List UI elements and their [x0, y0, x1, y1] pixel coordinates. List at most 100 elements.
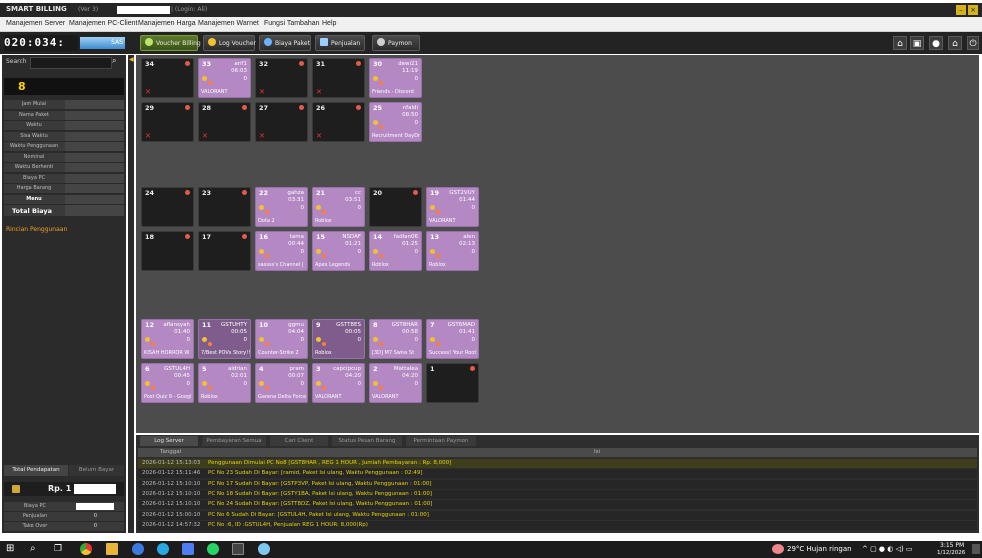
log-voucher-button[interactable]: Log Voucher	[203, 35, 256, 51]
pc-tile[interactable]: 25 nfaldi 08:50 0 Recruitment DayDr	[369, 102, 422, 142]
tab-log-server[interactable]: Log Server	[140, 436, 198, 446]
pc-tile[interactable]: 5 aldrian 02:01 0 Roblox	[198, 363, 251, 403]
pc-tile[interactable]: 27 ✕	[255, 102, 308, 142]
biaya-paket-button[interactable]: Biaya Paket	[259, 35, 311, 51]
weather-text[interactable]: 29°C Hujan ringan	[787, 545, 852, 553]
search-icon[interactable]: ⌕	[30, 543, 42, 555]
log-row[interactable]: 2026-01-12 15:10:10 PC No 24 Sudah Di Bay…	[138, 500, 977, 510]
pc-tile[interactable]: 15 NSDAF 01:21 0 Apex Legends	[312, 231, 365, 271]
pc-tile[interactable]: 9 GSTT8ES 00:05 0 Roblox	[312, 319, 365, 359]
log-row[interactable]: 2026-01-12 14:57:32 PC No :6, ID :GSTUL4H…	[138, 520, 977, 530]
pc-tile[interactable]: 24	[141, 187, 194, 227]
telegram-icon[interactable]	[157, 543, 169, 555]
close-icon[interactable]: ✕	[145, 88, 151, 96]
system-tray-icons[interactable]: ^ ▢ ● ◐ ◁) ▭	[862, 545, 913, 553]
pc-tile[interactable]: 19 GST2VUY 01:44 0 VALORANT	[426, 187, 479, 227]
pc-tile[interactable]: 11 GSTUHTY 00:05 0 7/Best POVs Story!!	[198, 319, 251, 359]
pc-tile[interactable]: 1	[426, 363, 479, 403]
pc-tile[interactable]: 3 capcipcup 04:20 0 VALORANT	[312, 363, 365, 403]
app-icon[interactable]	[258, 543, 270, 555]
search-input[interactable]	[30, 57, 112, 69]
tab-status-pesan-barang[interactable]: Status Pesan Barang	[332, 436, 402, 446]
chrome-icon[interactable]	[80, 543, 92, 555]
windows-start-icon[interactable]: ⊞	[6, 543, 18, 555]
tab-belum-bayar[interactable]: Belum Bayar	[69, 465, 124, 476]
pc-tile[interactable]: 17	[198, 231, 251, 271]
pc-tile[interactable]: 2 Mattalea 04:20 0 VALORANT	[369, 363, 422, 403]
pc-tile[interactable]: 34 ✕	[141, 58, 194, 98]
pc-tile[interactable]: 28 ✕	[198, 102, 251, 142]
search-icon[interactable]: ⌕	[112, 56, 116, 66]
menu-bar: Manajemen Server Manajemen PC-Client Man…	[0, 17, 982, 32]
pc-tile[interactable]: 12 aflansyah 01:40 0 KISAH HORROR W	[141, 319, 194, 359]
pc-tile[interactable]: 26 ✕	[312, 102, 365, 142]
pc-tile[interactable]: 20	[369, 187, 422, 227]
pc-user: GSTT8ES	[336, 322, 361, 328]
pc-tile[interactable]: 22 gahza 03:31 0 Dota 2	[255, 187, 308, 227]
pc-tile[interactable]: 4 pram 00:07 0 Garena Delta Force	[255, 363, 308, 403]
power-icon[interactable]: ⏻	[967, 36, 979, 50]
pc-tile[interactable]: 7 GST6MAD 01:41 0 Success! Your Root	[426, 319, 479, 359]
close-icon[interactable]: ✕	[145, 132, 151, 140]
collapse-icon[interactable]: ◀	[129, 56, 134, 63]
notification-icon[interactable]	[972, 544, 980, 554]
summary-value	[76, 503, 114, 510]
tab-pembayaran-semua[interactable]: Pembayaran Semua	[202, 436, 266, 446]
file-explorer-icon[interactable]	[106, 543, 118, 555]
pc-tile[interactable]: 18	[141, 231, 194, 271]
pc-tile[interactable]: 33 arif1 06:03 0 VALORANT	[198, 58, 251, 98]
menu-manajemen-harga[interactable]: Manajemen Harga	[138, 20, 196, 27]
menu-help[interactable]: Help	[322, 20, 336, 27]
log-row[interactable]: 2026-01-12 15:10:10 PC No 17 Sudah Di Bay…	[138, 479, 977, 489]
tab-total-pendapatan[interactable]: Total Pendapatan	[4, 465, 68, 476]
pc-user: fadlan06	[393, 234, 418, 240]
pc-tile[interactable]: 14 fadlan06 01:25 0 Roblox	[369, 231, 422, 271]
pc-tile[interactable]: 8 GST8HAR 00:58 0 [3D] M7 Swiss St	[369, 319, 422, 359]
lock-icon[interactable]: ⌂	[893, 36, 907, 50]
close-icon[interactable]: ✕	[259, 132, 265, 140]
pc-tile[interactable]: 10 ggmu 04:04 0 Counter-Strike 2	[255, 319, 308, 359]
user-icon[interactable]: ●	[929, 36, 943, 50]
menu-manajemen-server[interactable]: Manajemen Server	[6, 20, 65, 27]
pc-tile[interactable]: 16 tama 00:44 0 sassss's Channel |	[255, 231, 308, 271]
minimize-icon[interactable]: –	[956, 5, 966, 15]
pc-tile[interactable]: 30 dewi21 11:19 0 Friends - Discord	[369, 58, 422, 98]
log-row[interactable]: 2026-01-12 15:11:46 PC No 23 Sudah Di Bay…	[138, 469, 977, 479]
clock-date[interactable]: 1/12/2026	[937, 550, 965, 556]
menu-manajemen-warnet[interactable]: Manajemen Warnet	[198, 20, 259, 27]
pc-tile[interactable]: 13 alen 02:13 0 Roblox	[426, 231, 479, 271]
terminal-icon[interactable]	[232, 543, 244, 555]
pc-tile[interactable]: 31 ✕	[312, 58, 365, 98]
menu-fungsi-tambahan[interactable]: Fungsi Tambahan	[264, 20, 320, 27]
pc-tile[interactable]: 29 ✕	[141, 102, 194, 142]
close-icon[interactable]: ✕	[316, 88, 322, 96]
task-view-icon[interactable]: ❐	[54, 543, 66, 555]
monitor-icon[interactable]: ▣	[910, 36, 924, 50]
panel-splitter[interactable]: ◀	[128, 55, 134, 533]
close-icon[interactable]: ✕	[259, 88, 265, 96]
tab-permintaan-paymon[interactable]: Permintaan Paymon	[406, 436, 476, 446]
app-icon[interactable]	[132, 543, 144, 555]
pc-tile[interactable]: 32 ✕	[255, 58, 308, 98]
app-icon[interactable]	[182, 543, 194, 555]
log-row[interactable]: 2026-01-12 15:10:10 PC No 18 Sudah Di Bay…	[138, 489, 977, 499]
clock-time[interactable]: 3:15 PM	[940, 542, 964, 549]
penjualan-button[interactable]: Penjualan	[315, 35, 365, 51]
pc-tile[interactable]: 23	[198, 187, 251, 227]
app-title: SMART BILLING	[6, 5, 67, 13]
log-row[interactable]: 2026-01-12 15:00:10 PC No 6 Sudah Di Baya…	[138, 510, 977, 520]
log-row[interactable]: 2026-01-12 15:13:03 Penggunaan Dimulai PC…	[138, 459, 977, 468]
pc-tile[interactable]: 21 cc 03:51 0 Roblox	[312, 187, 365, 227]
close-icon[interactable]: ✕	[202, 132, 208, 140]
menu-manajemen-pc-client[interactable]: Manajemen PC-Client	[69, 20, 137, 27]
close-icon[interactable]: ✕	[316, 132, 322, 140]
shop-icon[interactable]: ⌂	[948, 36, 962, 50]
close-icon[interactable]: ×	[968, 5, 978, 15]
whatsapp-icon[interactable]	[207, 543, 219, 555]
voucher-billing-button[interactable]: Voucher Billing	[140, 35, 201, 51]
paymon-button[interactable]: Paymon	[372, 35, 420, 51]
coin-icon	[373, 381, 378, 386]
tab-cari-client[interactable]: Cari Client	[270, 436, 328, 446]
rincian-penggunaan-link[interactable]: Rincian Penggunaan	[6, 226, 67, 233]
pc-tile[interactable]: 6 GSTUL4H 00:45 0 Post Quiz 9 - Googl	[141, 363, 194, 403]
